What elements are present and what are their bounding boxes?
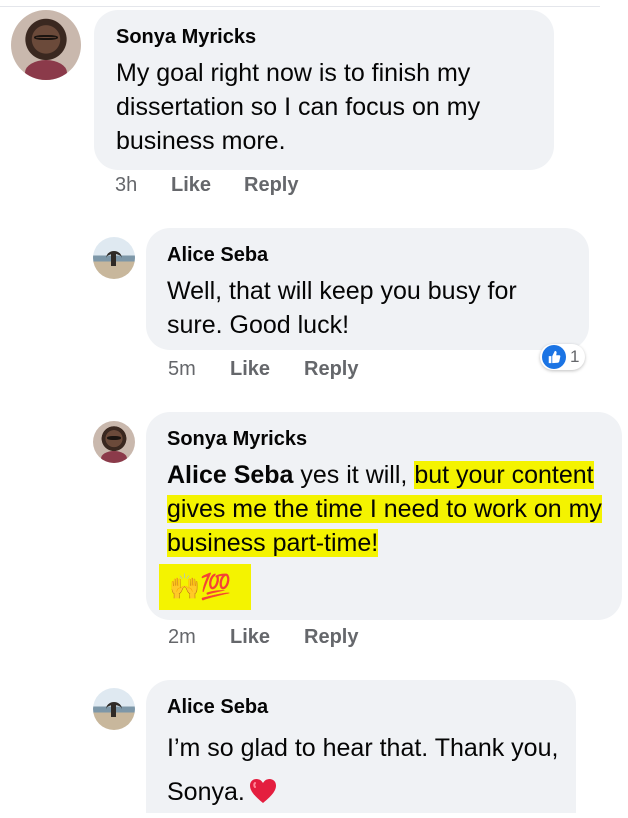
avatar[interactable]	[93, 688, 135, 730]
comment-alice-2: Alice Seba I’m so glad to hear that. Tha…	[0, 0, 628, 813]
red-heart-icon	[249, 774, 277, 818]
comment-author[interactable]: Alice Seba	[167, 696, 268, 719]
comment-text-body: I’m so glad to hear that. Thank you, Son…	[167, 734, 559, 806]
comment-text: I’m so glad to hear that. Thank you, Son…	[167, 726, 567, 818]
comment-bubble: Alice Seba I’m so glad to hear that. Tha…	[146, 680, 576, 813]
